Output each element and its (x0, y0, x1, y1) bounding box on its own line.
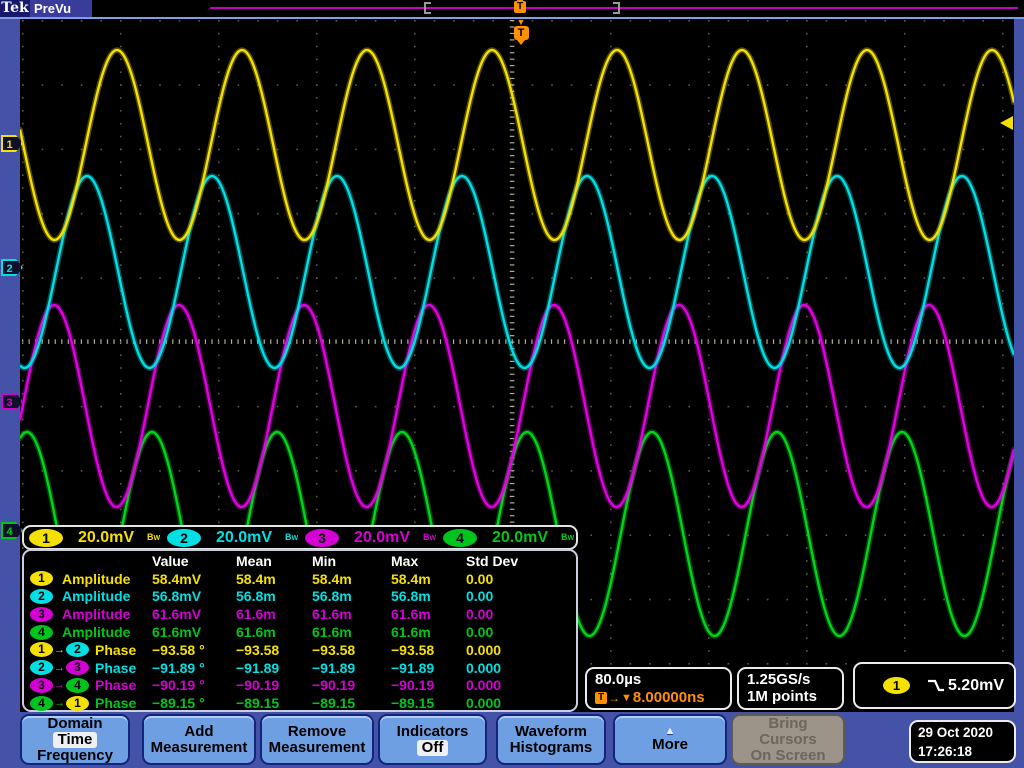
measurement-row-ch1-amplitude: 1 Amplitude 58.4mV 58.4m 58.4m 58.4m 0.00 (30, 570, 576, 588)
trigger-tee-icon: T (595, 691, 607, 704)
measurement-row-ch4-amplitude: 4 Amplitude 61.6mV 61.6m 61.6m 61.6m 0.00 (30, 623, 576, 641)
channel-4-badge: 4 (30, 624, 53, 640)
measurement-row-phase-4-1: 4 → 1 Phase −89.15 ° −89.15 −89.15 −89.1… (30, 694, 576, 712)
record-window-left-bracket (424, 2, 431, 14)
channel-2-badge: 2 (30, 660, 53, 676)
measurement-row-phase-1-2: 1 → 2 Phase −93.58 ° −93.58 −93.58 −93.5… (30, 641, 576, 659)
channel-1-badge: 1 (66, 695, 89, 711)
channel-1-scale-readout[interactable]: 1 20.0mV BW (24, 528, 162, 547)
sample-rate: 1.25GS/s (747, 671, 811, 688)
selected-option: Time (52, 731, 98, 748)
date: 29 Oct 2020 (918, 725, 994, 740)
trigger-tee-icon: T (513, 26, 529, 40)
channel-2-scale-readout[interactable]: 2 20.0mV BW (162, 528, 300, 547)
horizontal-scale-readout: 80.0µs T → ▼ 8.00000ns (585, 667, 732, 710)
channel-3-badge: 3 (305, 528, 339, 547)
channel-3-badge: 3 (30, 677, 53, 693)
time: 17:26:18 (918, 744, 973, 759)
delay-value: 8.00000ns (632, 689, 705, 706)
channel-2-badge: 2 (30, 588, 53, 604)
date-time-display: 29 Oct 2020 17:26:18 (909, 720, 1016, 763)
arrow-right-icon: → (54, 679, 65, 692)
channel-4-badge: 4 (443, 528, 477, 547)
column-header-mean: Mean (236, 552, 272, 569)
menu-button-more[interactable]: ▲ More (613, 714, 727, 765)
record-length: 1M points (747, 688, 817, 705)
trigger-flag-tail (517, 40, 525, 45)
bandwidth-limit-icon: BW (423, 531, 437, 542)
trigger-source-badge: 1 (883, 677, 910, 694)
measurement-row-phase-2-3: 2 → 3 Phase −91.89 ° −91.89 −91.89 −91.8… (30, 659, 576, 677)
falling-edge-icon (928, 679, 944, 692)
channel-4-scale-readout[interactable]: 4 20.0mV BW (438, 528, 576, 547)
column-header-min: Min (312, 552, 337, 569)
selected-option: Off (416, 739, 449, 756)
column-header-stddev: Std Dev (466, 552, 519, 569)
brand-chip: Tek PreVu (0, 0, 92, 17)
channel-3-badge: 3 (30, 606, 53, 622)
arrow-right-icon: → (54, 697, 65, 710)
trigger-level-value: 5.20mV (947, 676, 1004, 694)
bandwidth-limit-icon: BW (561, 531, 575, 542)
record-trigger-tee-icon: T (514, 1, 526, 13)
menu-button-remove-measurement[interactable]: Remove Measurement (260, 714, 374, 765)
channel-3-badge: 3 (66, 660, 89, 676)
channel-4-badge: 4 (30, 695, 53, 711)
tek-logo: Tek (0, 0, 30, 17)
channel-1-badge: 1 (29, 528, 63, 547)
channel-scale-bar: 1 20.0mV BW 2 20.0mV BW 3 20.0mV BW 4 20… (22, 525, 578, 550)
channel-2-volts-per-div: 20.0mV (216, 528, 273, 546)
channel-3-scale-readout[interactable]: 3 20.0mV BW (300, 528, 438, 547)
record-view-bar: Tek PreVu T (0, 0, 1024, 17)
menu-button-bring-cursors: Bring Cursors On Screen (731, 714, 845, 765)
trigger-readout: 1 5.20mV (853, 662, 1016, 709)
time-per-division: 80.0µs (595, 671, 642, 688)
menu-button-indicators[interactable]: Indicators Off (378, 714, 487, 765)
channel-2-badge: 2 (66, 642, 89, 658)
arrow-right-icon: → (54, 643, 65, 656)
oscilloscope-screen: Tek PreVu T ▼ T 1 2 3 4 1 20.0mV BW 2 20… (0, 0, 1024, 768)
measurement-table: Value Mean Min Max Std Dev 1 Amplitude 58… (22, 549, 578, 712)
bandwidth-limit-icon: BW (285, 531, 299, 542)
channel-2-badge: 2 (167, 528, 201, 547)
menu-button-domain[interactable]: Domain Time Frequency (20, 714, 130, 765)
column-header-max: Max (391, 552, 419, 569)
measurement-row-ch2-amplitude: 2 Amplitude 56.8mV 56.8m 56.8m 56.8m 0.00 (30, 588, 576, 606)
menu-button-waveform-histograms[interactable]: Waveform Histograms (496, 714, 606, 765)
acquisition-status: PreVu (34, 1, 72, 16)
arrow-right-icon: → (54, 661, 65, 674)
record-window-right-bracket (613, 2, 620, 14)
channel-4-badge: 4 (66, 677, 89, 693)
marker-down-icon: ▼ (621, 691, 632, 704)
sample-rate-readout: 1.25GS/s 1M points (737, 667, 844, 710)
channel-1-badge: 1 (30, 571, 53, 587)
measurement-header-row: Value Mean Min Max Std Dev (30, 552, 576, 570)
column-header-value: Value (152, 552, 189, 569)
channel-3-volts-per-div: 20.0mV (354, 528, 411, 546)
trigger-position-flag[interactable]: ▼ T (512, 17, 530, 45)
menu-button-add-measurement[interactable]: Add Measurement (142, 714, 256, 765)
trigger-delay-readout: T → ▼ 8.00000ns (595, 689, 730, 706)
channel-1-badge: 1 (30, 642, 53, 658)
trigger-down-arrow-icon: ▼ (516, 17, 526, 27)
channel-4-volts-per-div: 20.0mV (492, 528, 549, 546)
arrow-right-icon: → (608, 690, 620, 705)
bandwidth-limit-icon: BW (147, 531, 161, 542)
measurement-row-ch3-amplitude: 3 Amplitude 61.6mV 61.6m 61.6m 61.6m 0.00 (30, 605, 576, 623)
channel-1-volts-per-div: 20.0mV (78, 528, 135, 546)
measurement-row-phase-3-4: 3 → 4 Phase −90.19 ° −90.19 −90.19 −90.1… (30, 677, 576, 695)
